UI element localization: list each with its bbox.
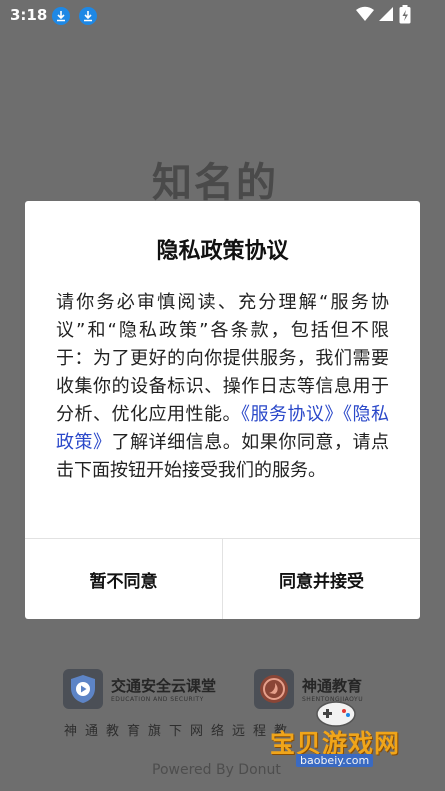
partner-jiaotong: 交通安全云课堂 EDUCATION AND SECURITY bbox=[63, 667, 216, 711]
decline-button[interactable]: 暂不同意 bbox=[25, 539, 222, 619]
dialog-title: 隐私政策协议 bbox=[156, 239, 289, 264]
download-notification-icon bbox=[52, 7, 70, 25]
shield-play-icon bbox=[63, 669, 103, 709]
site-watermark: 宝贝游戏网 baobeiy.com bbox=[262, 698, 422, 782]
footer-tagline: 神通教育旗下网络远程教 bbox=[64, 724, 296, 739]
accept-button[interactable]: 同意并接受 bbox=[223, 539, 420, 619]
partner-name: 交通安全云课堂 bbox=[111, 677, 217, 695]
wifi-icon bbox=[356, 6, 374, 22]
app-logo: 知名的 bbox=[152, 160, 278, 206]
partner-subtitle: EDUCATION AND SECURITY bbox=[111, 696, 204, 703]
status-time: 3:18 bbox=[10, 6, 48, 24]
service-agreement-link[interactable]: 《服务协议》 bbox=[241, 404, 343, 425]
dialog-body: 请你务必审慎阅读、充分理解“服务协议”和“隐私政策”各条款，包括但不限于：为了更… bbox=[56, 289, 389, 485]
download-notification-icon bbox=[79, 7, 97, 25]
battery-charging-icon bbox=[399, 5, 411, 24]
status-bar: 3:18 bbox=[0, 0, 445, 30]
watermark-url: baobeiy.com bbox=[296, 754, 374, 767]
partner-name: 神通教育 bbox=[302, 677, 363, 695]
signal-icon bbox=[379, 7, 393, 21]
privacy-dialog: 隐私政策协议 请你务必审慎阅读、充分理解“服务协议”和“隐私政策”各条款，包括但… bbox=[25, 201, 420, 619]
